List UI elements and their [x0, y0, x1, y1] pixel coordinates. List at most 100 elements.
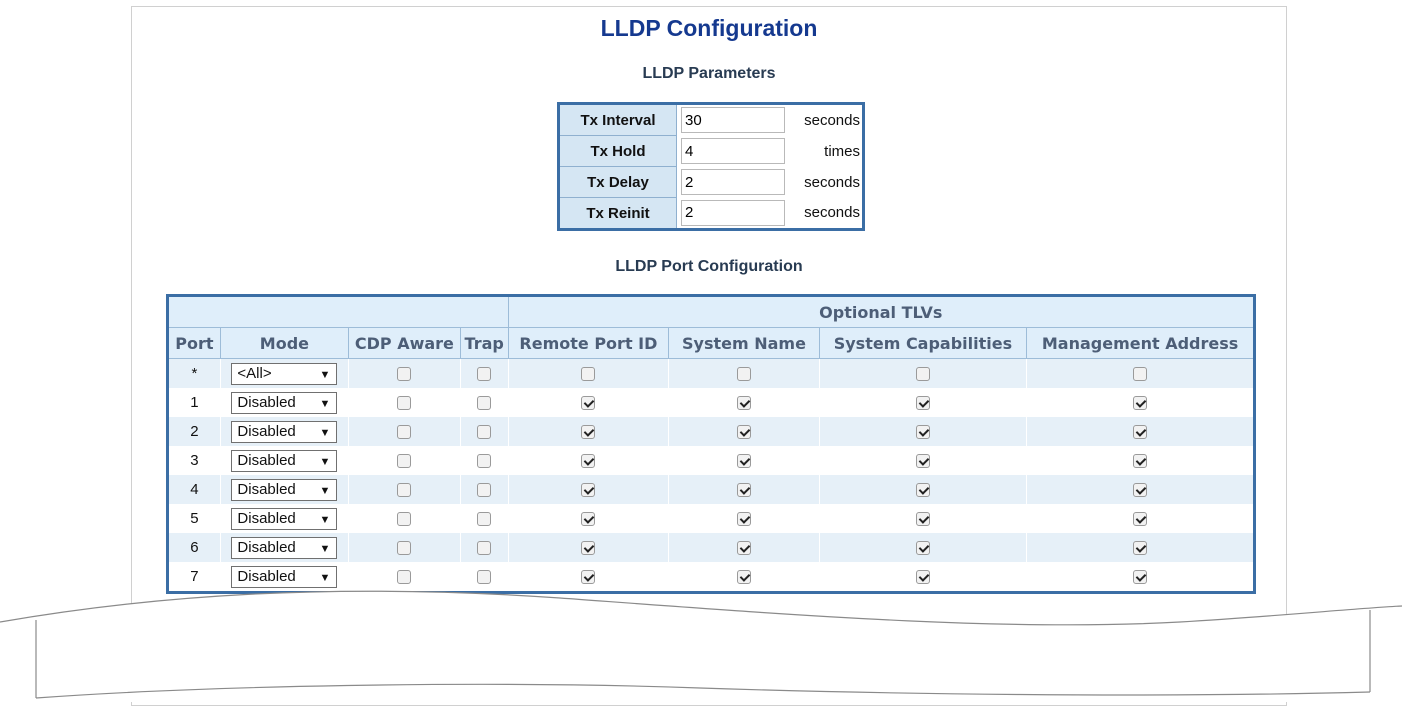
- system-name-checkbox[interactable]: [736, 512, 751, 527]
- port-number: 5: [167, 504, 221, 533]
- tx-delay-input[interactable]: [681, 169, 785, 195]
- remote-port-id-checkbox[interactable]: [581, 454, 596, 469]
- table-row: 2 Disabled ▼: [167, 417, 1255, 446]
- management-address-checkbox[interactable]: [1133, 483, 1148, 498]
- lldp-parameters-table: Tx Interval seconds Tx Hold times Tx Del…: [557, 102, 865, 231]
- system-capabilities-checkbox[interactable]: [915, 541, 930, 556]
- mode-select[interactable]: <All> ▼: [231, 362, 338, 385]
- optional-tlvs-header: Optional TLVs: [507, 295, 1256, 328]
- cdp-aware-checkbox[interactable]: [397, 396, 412, 411]
- system-capabilities-checkbox[interactable]: [915, 396, 930, 411]
- dropdown-arrow-icon: ▼: [319, 513, 331, 526]
- dropdown-arrow-icon: ▼: [319, 484, 331, 497]
- table-row: * <All> ▼: [167, 358, 1255, 388]
- dropdown-arrow-icon: ▼: [319, 368, 331, 381]
- param-row-tx-hold: Tx Hold times: [558, 135, 864, 167]
- param-unit: seconds: [804, 204, 860, 222]
- remote-port-id-checkbox[interactable]: [581, 541, 596, 556]
- param-unit: seconds: [804, 173, 860, 191]
- lldp-port-table: Optional TLVs Port Mode CDP Aware Trap R…: [166, 294, 1256, 594]
- blank-group-header: [167, 295, 509, 328]
- port-number: 6: [167, 533, 221, 562]
- port-number: 3: [167, 446, 221, 475]
- tx-hold-input[interactable]: [681, 138, 785, 164]
- remote-port-id-checkbox[interactable]: [581, 396, 596, 411]
- mode-select[interactable]: Disabled ▼: [231, 507, 338, 530]
- col-header-management-address: Management Address: [1026, 327, 1255, 359]
- mode-select[interactable]: Disabled ▼: [231, 391, 338, 414]
- management-address-checkbox[interactable]: [1133, 425, 1148, 440]
- mode-select-value: Disabled: [237, 538, 296, 556]
- trap-checkbox[interactable]: [477, 367, 492, 382]
- table-row: 4 Disabled ▼: [167, 475, 1255, 504]
- col-header-port: Port: [167, 327, 221, 359]
- management-address-checkbox[interactable]: [1133, 367, 1148, 382]
- system-name-checkbox[interactable]: [736, 541, 751, 556]
- cdp-aware-checkbox[interactable]: [397, 425, 412, 440]
- mode-select[interactable]: Disabled ▼: [231, 420, 338, 443]
- port-number: 1: [167, 388, 221, 417]
- param-unit: seconds: [804, 111, 860, 129]
- system-capabilities-checkbox[interactable]: [915, 483, 930, 498]
- param-label: Tx Reinit: [558, 197, 677, 230]
- mode-select-value: Disabled: [237, 451, 296, 469]
- mode-select[interactable]: Disabled ▼: [231, 478, 338, 501]
- trap-checkbox[interactable]: [477, 396, 492, 411]
- system-capabilities-checkbox[interactable]: [915, 454, 930, 469]
- management-address-checkbox[interactable]: [1133, 454, 1148, 469]
- dropdown-arrow-icon: ▼: [319, 426, 331, 439]
- cdp-aware-checkbox[interactable]: [397, 454, 412, 469]
- port-rows: * <All> ▼ 1 Disabled ▼ 2 Disabled ▼ 3 Disabled ▼ 4 Di…: [167, 358, 1255, 593]
- tx-reinit-input[interactable]: [681, 199, 785, 226]
- remote-port-id-checkbox[interactable]: [581, 425, 596, 440]
- trap-checkbox[interactable]: [477, 454, 492, 469]
- table-row: 5 Disabled ▼: [167, 504, 1255, 533]
- system-name-checkbox[interactable]: [736, 454, 751, 469]
- col-header-cdp-aware: CDP Aware: [347, 327, 461, 359]
- col-header-remote-port-id: Remote Port ID: [507, 327, 670, 359]
- remote-port-id-checkbox[interactable]: [581, 367, 596, 382]
- page-title: LLDP Configuration: [600, 15, 818, 41]
- cdp-aware-checkbox[interactable]: [397, 541, 412, 556]
- port-number: 2: [167, 417, 221, 446]
- trap-checkbox[interactable]: [477, 425, 492, 440]
- management-address-checkbox[interactable]: [1133, 541, 1148, 556]
- cdp-aware-checkbox[interactable]: [397, 483, 412, 498]
- system-name-checkbox[interactable]: [736, 367, 751, 382]
- mode-select[interactable]: Disabled ▼: [231, 536, 338, 559]
- trap-checkbox[interactable]: [477, 483, 492, 498]
- table-row: 3 Disabled ▼: [167, 446, 1255, 475]
- dropdown-arrow-icon: ▼: [319, 397, 331, 410]
- trap-checkbox[interactable]: [477, 541, 492, 556]
- trap-checkbox[interactable]: [477, 512, 492, 527]
- mode-select[interactable]: Disabled ▼: [231, 449, 338, 472]
- cdp-aware-checkbox[interactable]: [397, 367, 412, 382]
- port-number: 4: [167, 475, 221, 504]
- system-capabilities-checkbox[interactable]: [915, 367, 930, 382]
- remote-port-id-checkbox[interactable]: [581, 512, 596, 527]
- mode-select-value: Disabled: [237, 509, 296, 527]
- port-config-section-title: LLDP Port Configuration: [615, 258, 803, 275]
- param-label: Tx Delay: [558, 166, 677, 198]
- system-name-checkbox[interactable]: [736, 396, 751, 411]
- mode-select-value: Disabled: [237, 393, 296, 411]
- management-address-checkbox[interactable]: [1133, 512, 1148, 527]
- param-row-tx-delay: Tx Delay seconds: [558, 166, 864, 198]
- system-name-checkbox[interactable]: [736, 483, 751, 498]
- parameters-section-title: LLDP Parameters: [642, 65, 776, 82]
- torn-page-overlay: [0, 590, 1402, 702]
- param-label: Tx Hold: [558, 135, 677, 167]
- system-capabilities-checkbox[interactable]: [915, 512, 930, 527]
- system-capabilities-checkbox[interactable]: [915, 425, 930, 440]
- mode-select-value: Disabled: [237, 422, 296, 440]
- remote-port-id-checkbox[interactable]: [581, 483, 596, 498]
- param-row-tx-reinit: Tx Reinit seconds: [558, 197, 864, 230]
- tx-interval-input[interactable]: [681, 107, 785, 134]
- col-header-system-name: System Name: [668, 327, 820, 359]
- mode-select-value: <All>: [237, 364, 272, 382]
- system-name-checkbox[interactable]: [736, 425, 751, 440]
- table-row: 6 Disabled ▼: [167, 533, 1255, 562]
- management-address-checkbox[interactable]: [1133, 396, 1148, 411]
- param-unit: times: [824, 142, 860, 160]
- cdp-aware-checkbox[interactable]: [397, 512, 412, 527]
